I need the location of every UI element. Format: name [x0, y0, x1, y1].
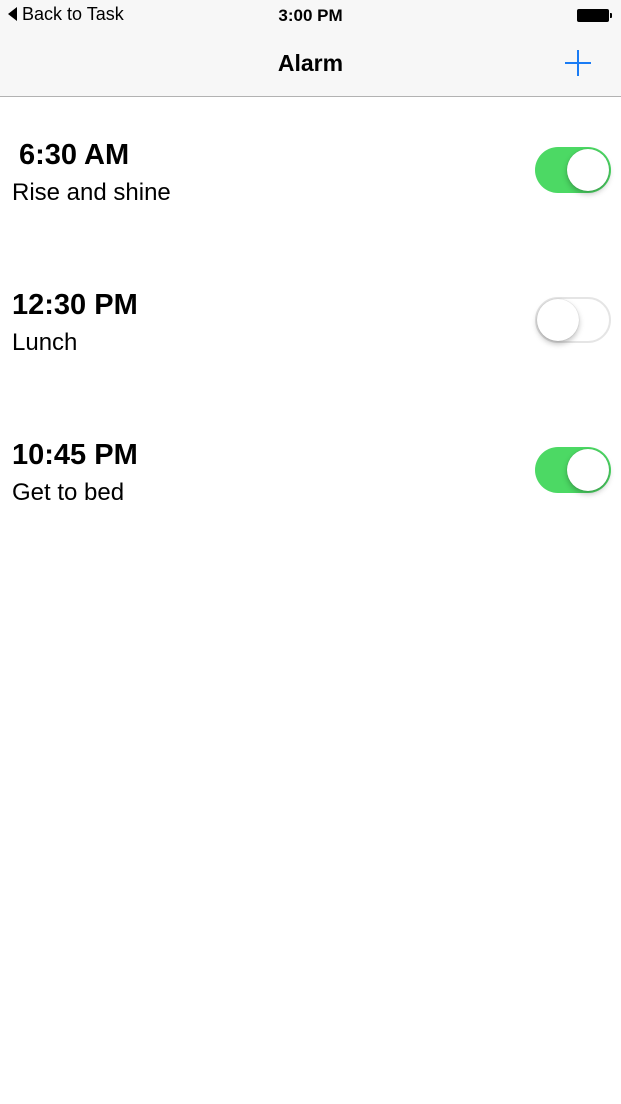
- status-bar: Back to Task 3:00 PM: [0, 0, 621, 30]
- alarm-screen: Back to Task 3:00 PM Alarm 6:30 AM Rise …: [0, 0, 621, 1104]
- alarm-time: 6:30 AM: [19, 139, 130, 171]
- alarm-label: Lunch: [12, 329, 78, 356]
- alarm-row[interactable]: 10:45 PM Get to bed: [0, 397, 621, 547]
- navigation-bar: Alarm: [0, 30, 621, 96]
- alarm-time: 10:45 PM: [12, 439, 138, 471]
- alarm-list: 6:30 AM Rise and shine 12:30 PM Lunch 10…: [0, 97, 621, 547]
- alarm-row[interactable]: 6:30 AM Rise and shine: [0, 97, 621, 247]
- toggle-knob: [567, 149, 609, 191]
- page-title: Alarm: [277, 50, 344, 76]
- add-alarm-button[interactable]: [565, 50, 591, 76]
- battery-full-icon: [577, 8, 613, 22]
- alarm-label: Rise and shine: [12, 179, 171, 206]
- toggle-knob: [537, 299, 579, 341]
- alarm-toggle[interactable]: [535, 297, 611, 343]
- toggle-knob: [567, 449, 609, 491]
- alarm-toggle[interactable]: [535, 147, 611, 193]
- status-time: 3:00 PM: [278, 6, 343, 25]
- alarm-row[interactable]: 12:30 PM Lunch: [0, 247, 621, 397]
- alarm-toggle[interactable]: [535, 447, 611, 493]
- alarm-label: Get to bed: [12, 479, 125, 506]
- top-bar: Back to Task 3:00 PM Alarm: [0, 0, 621, 97]
- alarm-time: 12:30 PM: [12, 289, 138, 321]
